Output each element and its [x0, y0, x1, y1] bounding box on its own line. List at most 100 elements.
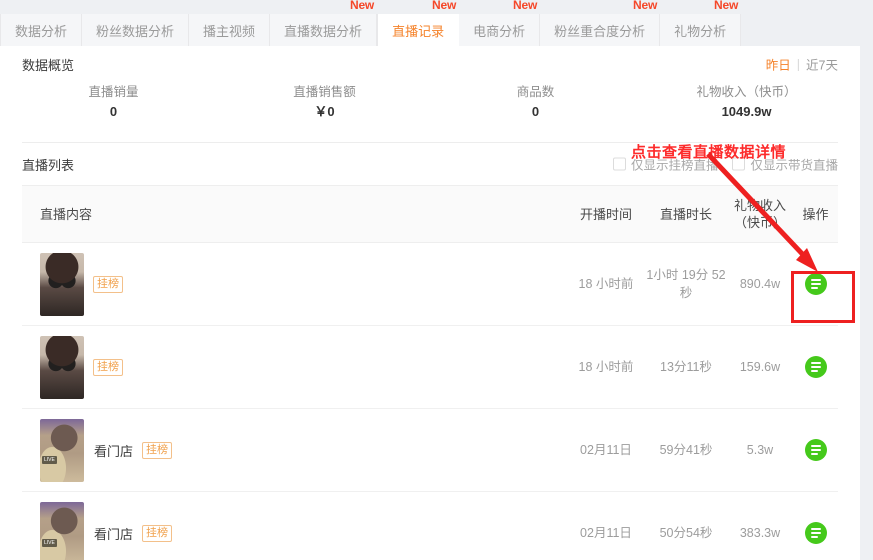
- room-name: 看门店: [94, 443, 134, 459]
- overview-header: 数据概览 昨日 | 近7天: [0, 46, 860, 82]
- table-body: 挂榜 18 小时前 1小时 19分 52秒 890.4w 挂榜 18 小时前 13分11秒 1…: [22, 243, 838, 560]
- stat-label: 礼物收入（快币）: [696, 85, 797, 99]
- tab-label: 粉丝数据分析: [96, 23, 175, 39]
- live-list-table: 直播内容 开播时间 直播时长 礼物收入 （快币） 操作 挂榜 18 小时前 1小时 …: [22, 185, 838, 560]
- cell-gift-income: 159.6w: [739, 360, 781, 374]
- cell-action: [793, 522, 838, 544]
- filter-checkbox-1[interactable]: 仅显示带货直播: [732, 155, 838, 174]
- live-thumbnail[interactable]: LIVE: [40, 418, 84, 482]
- rank-tag: 挂榜: [93, 275, 123, 293]
- cell-start-time: 18 小时前: [578, 277, 634, 291]
- cell-content: LIVE 看门店 挂榜: [22, 501, 567, 560]
- tab-2[interactable]: 播主视频: [189, 14, 271, 46]
- tab-new-badge: New: [432, 0, 457, 12]
- stat-value: ￥0: [314, 104, 335, 119]
- cell-gift-income: 383.3w: [739, 526, 781, 540]
- cell-duration: 50分54秒: [659, 526, 713, 540]
- cell-content: 挂榜: [22, 252, 567, 316]
- column-header-start-time: 开播时间: [579, 206, 632, 222]
- tab-label: 直播数据分析: [284, 23, 363, 39]
- table-row[interactable]: LIVE 看门店 挂榜 02月11日 59分41秒 5.3w: [22, 409, 838, 492]
- range-option-yesterday[interactable]: 昨日: [766, 55, 791, 74]
- column-header-gift-income: 礼物收入 （快币）: [727, 197, 793, 231]
- live-thumbnail[interactable]: [40, 335, 84, 399]
- main-tab-bar: 数据分析 粉丝数据分析 播主视频 直播数据分析 New 直播记录 New 电商分析 New 粉丝重…: [0, 0, 860, 46]
- stat-value: 0: [531, 104, 540, 119]
- checkbox-box-icon[interactable]: [732, 157, 746, 171]
- rank-tag: 挂榜: [93, 358, 123, 376]
- tab-label: 礼物分析: [674, 23, 727, 39]
- tab-new-badge: New: [513, 0, 538, 12]
- cell-start-time: 02月11日: [580, 443, 632, 457]
- tab-5[interactable]: 电商分析 New: [459, 0, 541, 46]
- range-separator: |: [796, 57, 801, 71]
- tab-6[interactable]: 粉丝重合度分析 New: [540, 0, 661, 46]
- tab-4[interactable]: 直播记录 New: [377, 0, 460, 46]
- thumbnail-timestamp: LIVE: [42, 455, 57, 464]
- tab-new-badge: New: [349, 0, 375, 12]
- date-range-toggle[interactable]: 昨日 | 近7天: [766, 55, 838, 74]
- tab-7[interactable]: 礼物分析 New: [660, 0, 742, 46]
- page-root: 数据分析 粉丝数据分析 播主视频 直播数据分析 New 直播记录 New 电商分析 New 粉丝重…: [0, 0, 873, 560]
- checkbox-box-icon[interactable]: [612, 157, 626, 171]
- tab-new-badge: New: [633, 0, 658, 12]
- stat-label: 直播销售额: [293, 85, 356, 99]
- cell-action: [793, 273, 838, 295]
- stat-value: 1049.9w: [721, 104, 772, 119]
- stat-card-1: 直播销售额 ￥0: [219, 82, 430, 138]
- stat-card-3: 礼物收入（快币） 1049.9w: [641, 82, 852, 138]
- rank-tag: 挂榜: [142, 441, 173, 459]
- cell-duration: 1小时 19分 52秒: [646, 268, 726, 300]
- tab-3[interactable]: 直播数据分析 New: [270, 0, 378, 46]
- live-thumbnail[interactable]: [40, 252, 84, 316]
- cell-gift-income: 890.4w: [739, 277, 781, 291]
- tab-label: 播主视频: [203, 23, 256, 39]
- column-header-gift-line1: 礼物收入: [733, 198, 786, 213]
- list-lines-icon[interactable]: [804, 356, 827, 378]
- live-thumbnail[interactable]: LIVE: [40, 501, 84, 560]
- room-name: 看门店: [94, 526, 134, 542]
- list-lines-icon[interactable]: [804, 439, 827, 461]
- cell-start-time: 02月11日: [580, 526, 632, 540]
- right-gutter: [860, 0, 873, 560]
- stat-label: 直播销量: [88, 85, 139, 99]
- list-lines-icon[interactable]: [804, 522, 827, 544]
- live-list-header: 直播列表 仅显示挂榜直播 仅显示带货直播: [0, 143, 860, 185]
- table-row[interactable]: 挂榜 18 小时前 1小时 19分 52秒 890.4w: [22, 243, 838, 326]
- stat-card-2: 商品数 0: [430, 82, 641, 138]
- filter-label: 仅显示带货直播: [750, 158, 838, 173]
- column-header-content: 直播内容: [40, 206, 93, 222]
- table-row[interactable]: LIVE 看门店 挂榜 02月11日 50分54秒 383.3w: [22, 492, 838, 560]
- content-card: 数据概览 昨日 | 近7天 直播销量 0 直播销售额 ￥0 商品数 0 礼物收入（快币） 10…: [0, 46, 860, 560]
- cell-content: LIVE 看门店 挂榜: [22, 418, 567, 482]
- overview-stats: 直播销量 0 直播销售额 ￥0 商品数 0 礼物收入（快币） 1049.9w: [0, 82, 860, 138]
- cell-duration: 13分11秒: [660, 360, 712, 374]
- tab-label: 数据分析: [15, 23, 68, 39]
- tab-0[interactable]: 数据分析: [0, 14, 83, 46]
- thumbnail-timestamp: LIVE: [42, 538, 57, 547]
- filter-label: 仅显示挂榜直播: [630, 158, 719, 173]
- column-header-action: 操作: [802, 206, 829, 222]
- tab-label: 直播记录: [392, 23, 445, 39]
- cell-gift-income: 5.3w: [746, 443, 774, 457]
- list-lines-icon[interactable]: [804, 273, 827, 295]
- stat-label: 商品数: [516, 85, 555, 99]
- tab-label: 粉丝重合度分析: [554, 23, 646, 39]
- cell-start-time: 18 小时前: [578, 360, 634, 374]
- stat-card-0: 直播销量 0: [8, 82, 219, 138]
- tab-1[interactable]: 粉丝数据分析: [82, 14, 190, 46]
- cell-action: [793, 439, 838, 461]
- range-option-last7days[interactable]: 近7天: [806, 55, 838, 74]
- cell-duration: 59分41秒: [659, 443, 713, 457]
- filter-checkbox-0[interactable]: 仅显示挂榜直播: [612, 155, 719, 174]
- live-list-filters: 仅显示挂榜直播 仅显示带货直播: [612, 155, 838, 174]
- column-header-duration: 直播时长: [659, 206, 712, 222]
- cell-action: [793, 356, 838, 378]
- table-row[interactable]: 挂榜 18 小时前 13分11秒 159.6w: [22, 326, 838, 409]
- tab-new-badge: New: [714, 0, 739, 12]
- live-list-title: 直播列表: [22, 157, 75, 173]
- table-header-row: 直播内容 开播时间 直播时长 礼物收入 （快币） 操作: [22, 185, 838, 243]
- overview-title: 数据概览: [22, 57, 75, 73]
- cell-content: 挂榜: [22, 335, 567, 399]
- stat-value: 0: [109, 104, 118, 119]
